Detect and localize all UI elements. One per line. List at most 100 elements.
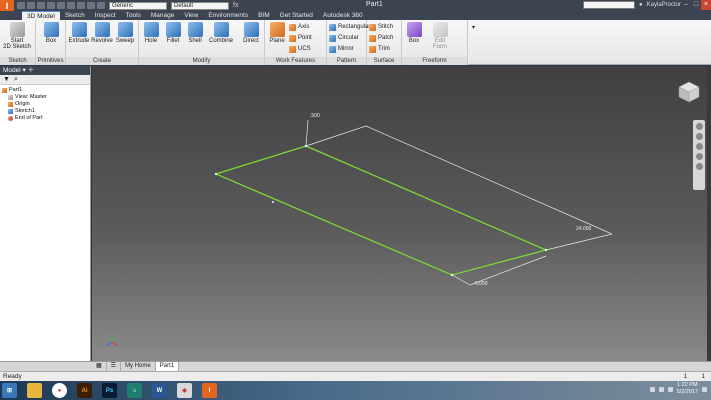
network-icon[interactable] bbox=[658, 386, 664, 392]
dimension-small[interactable]: .500 bbox=[310, 113, 320, 119]
fx-button[interactable]: fx bbox=[233, 2, 238, 9]
sketch-point[interactable] bbox=[214, 172, 218, 176]
find-icon[interactable]: ⌕ bbox=[14, 76, 18, 84]
trim-icon bbox=[369, 45, 376, 53]
maximize-icon[interactable]: □ bbox=[691, 0, 701, 10]
sketch-point[interactable] bbox=[272, 201, 274, 203]
direct-button[interactable]: Direct bbox=[239, 22, 263, 44]
dim-extension-line bbox=[305, 125, 367, 147]
ribbon-options-icon[interactable]: ▾ bbox=[472, 22, 475, 32]
pan-icon[interactable] bbox=[695, 133, 703, 140]
file-explorer-icon[interactable] bbox=[27, 383, 42, 398]
minimize-icon[interactable]: – bbox=[681, 0, 691, 10]
tab-inspect[interactable]: Inspect bbox=[90, 11, 121, 20]
tree-item-origin[interactable]: Origin bbox=[2, 101, 90, 108]
tray-chevron-icon[interactable] bbox=[649, 386, 655, 392]
user-icon[interactable]: ● bbox=[639, 2, 643, 8]
dimension-length[interactable]: 24.000 bbox=[576, 226, 592, 232]
tree-item-part1[interactable]: Part1 bbox=[2, 87, 90, 94]
user-name[interactable]: KaylaProctor bbox=[647, 2, 681, 8]
tree-item-end-of-part[interactable]: End of Part bbox=[2, 115, 90, 122]
viewport-scrollbar[interactable] bbox=[707, 66, 711, 361]
tab-autodesk-360[interactable]: Autodesk 360 bbox=[318, 11, 368, 20]
open-icon[interactable] bbox=[27, 2, 35, 9]
app-icon[interactable]: ⌂ bbox=[127, 383, 142, 398]
tab-manage[interactable]: Manage bbox=[146, 11, 180, 20]
sketch-point[interactable] bbox=[544, 248, 548, 252]
word-icon[interactable]: W bbox=[152, 383, 167, 398]
sketch-rectangle[interactable] bbox=[214, 145, 548, 276]
zoom-icon[interactable] bbox=[695, 143, 703, 150]
start-2d-sketch-button[interactable]: Start 2D Sketch bbox=[3, 22, 31, 50]
patch-button[interactable]: Patch bbox=[369, 33, 393, 43]
axis-button[interactable]: Axis bbox=[289, 22, 309, 32]
point-button[interactable]: Point bbox=[289, 33, 312, 43]
appearance-combo[interactable]: Default bbox=[171, 1, 229, 10]
browser-title[interactable]: Model ▾ ＋ bbox=[0, 66, 90, 75]
tree-item-view-master[interactable]: View: Master bbox=[2, 94, 90, 101]
menu-icon[interactable]: ☰ bbox=[107, 362, 122, 371]
viewcube-icon[interactable] bbox=[677, 80, 701, 104]
inventor-logo-icon[interactable]: I bbox=[0, 0, 14, 11]
inventor-taskbar-icon[interactable]: I bbox=[202, 383, 217, 398]
clock[interactable]: 1:22 PM 5/2/2017 bbox=[677, 382, 698, 396]
edit-form-button[interactable]: Edit Form bbox=[428, 22, 452, 50]
update-icon[interactable] bbox=[87, 2, 95, 9]
look-at-icon[interactable] bbox=[695, 163, 703, 170]
mirror-button[interactable]: Mirror bbox=[329, 44, 354, 54]
new-icon[interactable] bbox=[17, 2, 25, 9]
tile-icon[interactable]: ▦ bbox=[92, 362, 107, 371]
hole-button[interactable]: Hole bbox=[139, 22, 163, 44]
box-button[interactable]: Box bbox=[39, 22, 63, 44]
fusion-icon[interactable]: ◆ bbox=[177, 383, 192, 398]
extrude-button[interactable]: Extrude bbox=[67, 22, 91, 44]
shell-button[interactable]: Shell bbox=[183, 22, 207, 44]
help-search-input[interactable] bbox=[583, 1, 636, 9]
steering-wheel-icon[interactable] bbox=[695, 123, 703, 130]
fillet-button[interactable]: Fillet bbox=[161, 22, 185, 44]
tab-3d-model[interactable]: 3D Model bbox=[22, 11, 60, 20]
sketch-point[interactable] bbox=[304, 144, 308, 148]
sweep-icon bbox=[117, 22, 133, 37]
trim-button[interactable]: Trim bbox=[369, 44, 390, 54]
circular-pattern-button[interactable]: Circular bbox=[329, 33, 359, 43]
combine-button[interactable]: Combine bbox=[209, 22, 233, 44]
filter-icon[interactable]: ▼ bbox=[3, 76, 10, 83]
start-icon[interactable]: ⊞ bbox=[2, 383, 17, 398]
tab-my-home[interactable]: My Home bbox=[121, 362, 156, 371]
end-of-part-icon bbox=[8, 116, 13, 121]
return-icon[interactable] bbox=[77, 2, 85, 9]
tab-get-started[interactable]: Get Started bbox=[275, 11, 318, 20]
part-icon bbox=[2, 88, 7, 93]
plane-button[interactable]: Plane bbox=[265, 22, 289, 44]
ucs-button[interactable]: UCS bbox=[289, 44, 311, 54]
freeform-box-button[interactable]: Box bbox=[402, 22, 426, 44]
dimension-width[interactable]: 6.000 bbox=[475, 281, 488, 287]
sweep-button[interactable]: Sweep bbox=[113, 22, 137, 44]
revolve-button[interactable]: Revolve bbox=[90, 22, 114, 44]
home-icon[interactable] bbox=[67, 2, 75, 9]
tab-view[interactable]: View bbox=[179, 11, 203, 20]
chrome-icon[interactable]: ● bbox=[52, 383, 67, 398]
close-icon[interactable]: × bbox=[701, 0, 711, 10]
photoshop-icon[interactable]: Ps bbox=[102, 383, 117, 398]
undo-icon[interactable] bbox=[47, 2, 55, 9]
orbit-icon[interactable] bbox=[695, 153, 703, 160]
material-combo[interactable]: Generic bbox=[109, 1, 167, 10]
volume-icon[interactable] bbox=[667, 386, 673, 392]
tree-item-sketch1[interactable]: Sketch1 bbox=[2, 108, 90, 115]
tab-tools[interactable]: Tools bbox=[121, 11, 146, 20]
redo-icon[interactable] bbox=[57, 2, 65, 9]
tab-part1[interactable]: Part1 bbox=[155, 362, 180, 371]
rectangular-pattern-button[interactable]: Rectangular bbox=[329, 22, 370, 32]
illustrator-icon[interactable]: Ai bbox=[77, 383, 92, 398]
select-icon[interactable] bbox=[97, 2, 105, 9]
notifications-icon[interactable] bbox=[702, 386, 707, 392]
save-icon[interactable] bbox=[37, 2, 45, 9]
stitch-button[interactable]: Stitch bbox=[369, 22, 393, 32]
tab-sketch[interactable]: Sketch bbox=[60, 11, 90, 20]
tab-bim[interactable]: BIM bbox=[253, 11, 275, 20]
graphics-viewport[interactable]: .500 24.000 6.000 bbox=[92, 66, 711, 361]
sketch-point[interactable] bbox=[450, 273, 454, 277]
tab-environments[interactable]: Environments bbox=[203, 11, 253, 20]
